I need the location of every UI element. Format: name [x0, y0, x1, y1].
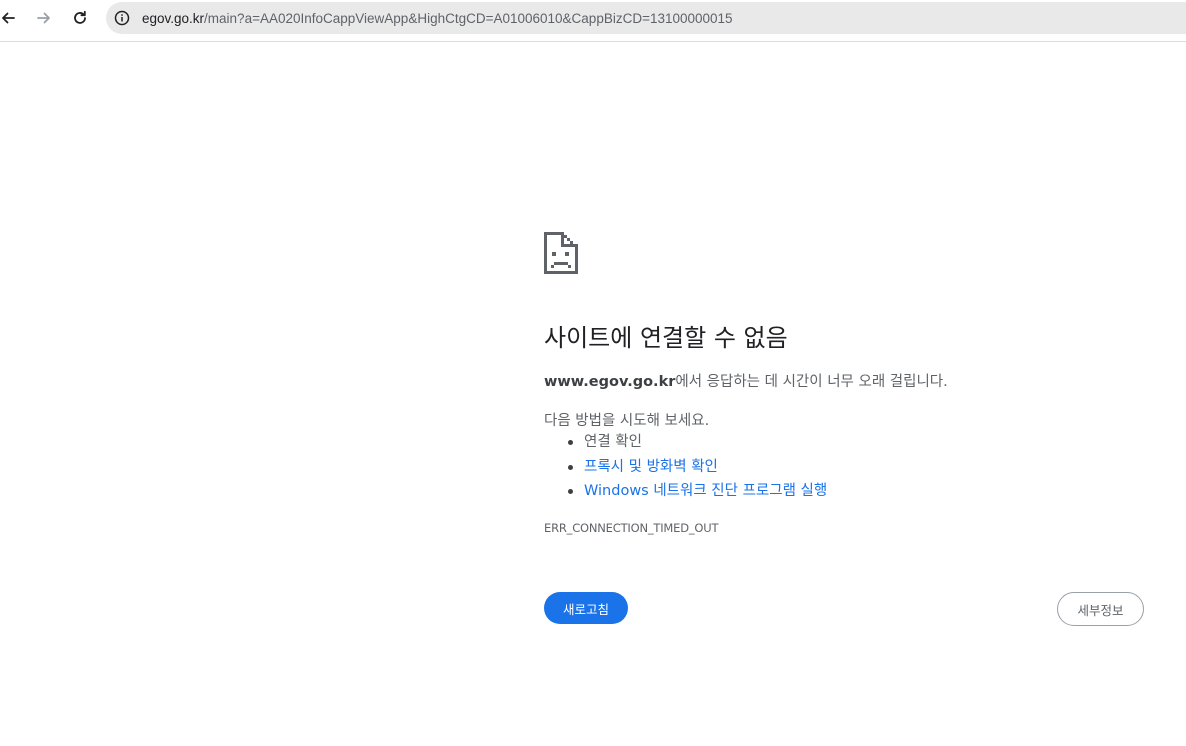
suggestion-check-connection: 연결 확인 [544, 430, 827, 455]
error-code: ERR_CONNECTION_TIMED_OUT [544, 521, 719, 535]
forward-button[interactable] [30, 6, 58, 30]
suggestions-heading: 다음 방법을 시도해 보세요. [544, 413, 710, 429]
reload-icon [74, 10, 86, 24]
url-host: egov.go.kr [142, 10, 205, 26]
error-host: www.egov.go.kr [544, 374, 676, 390]
suggestion-check-proxy: 프록시 및 방화벽 확인 [544, 455, 827, 480]
error-message: www.egov.go.kr에서 응답하는 데 시간이 너무 오래 걸립니다. [544, 370, 948, 391]
reload-button[interactable]: 새로고침 [544, 592, 628, 624]
arrow-left-icon [2, 12, 15, 24]
url-path: /main?a=AA020InfoCappViewApp&HighCtgCD=A… [204, 10, 733, 26]
info-icon [114, 10, 130, 26]
arrow-right-icon [37, 12, 50, 24]
address-bar[interactable]: egov.go.kr/main?a=AA020InfoCappViewApp&H… [106, 2, 1186, 34]
reload-page-button[interactable] [66, 6, 94, 30]
check-proxy-link[interactable]: 프록시 및 방화벽 확인 [584, 459, 718, 475]
site-info-button[interactable] [111, 7, 133, 29]
url-text[interactable]: egov.go.kr/main?a=AA020InfoCappViewApp&H… [142, 11, 733, 26]
browser-toolbar: egov.go.kr/main?a=AA020InfoCappViewApp&H… [0, 0, 1186, 42]
run-diagnostics-link[interactable]: Windows 네트워크 진단 프로그램 실행 [584, 483, 827, 499]
sad-document-icon [544, 232, 578, 274]
back-button[interactable] [0, 6, 22, 30]
error-message-text: 에서 응답하는 데 시간이 너무 오래 걸립니다. [675, 374, 948, 390]
details-button[interactable]: 세부정보 [1057, 592, 1144, 626]
suggestions-list: 연결 확인 프록시 및 방화벽 확인 Windows 네트워크 진단 프로그램 … [544, 430, 827, 504]
error-title: 사이트에 연결할 수 없음 [544, 324, 788, 352]
suggestion-run-diagnostics: Windows 네트워크 진단 프로그램 실행 [544, 479, 827, 504]
